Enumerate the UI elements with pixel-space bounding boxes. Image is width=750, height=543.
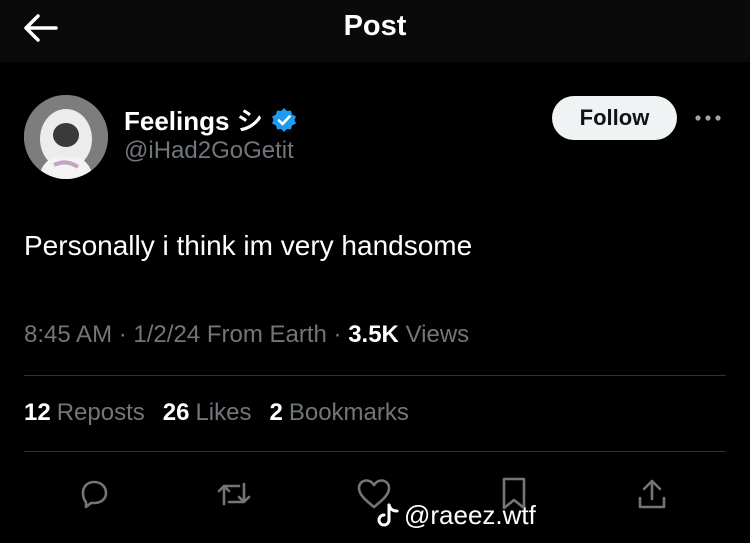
post-date[interactable]: 1/2/24 xyxy=(133,321,200,348)
tiktok-watermark: @raeez.wtf xyxy=(376,500,536,531)
repost-button[interactable] xyxy=(210,470,258,518)
top-bar: Post xyxy=(0,0,750,62)
reposts-stat[interactable]: 12 Reposts xyxy=(24,399,145,427)
page-title: Post xyxy=(343,10,407,42)
bookmarks-stat[interactable]: 2 Bookmarks xyxy=(269,399,408,427)
author-name-row: Feelings シ xyxy=(124,101,297,138)
post-source: From Earth xyxy=(206,321,327,348)
follow-button[interactable]: Follow xyxy=(552,96,677,140)
tiktok-icon xyxy=(377,503,399,526)
reply-button[interactable] xyxy=(70,470,118,518)
more-button[interactable] xyxy=(690,106,726,130)
views-count: 3.5K xyxy=(348,321,399,348)
reposts-label: Reposts xyxy=(56,399,145,426)
post-time[interactable]: 8:45 AM xyxy=(24,321,112,348)
repost-icon xyxy=(217,482,251,506)
watermark-text: @raeez.wtf xyxy=(404,500,536,530)
post-meta: 8:45 AM · 1/2/24 From Earth · 3.5K Views xyxy=(24,321,469,349)
post-text: Personally i think im very handsome xyxy=(24,230,473,261)
meta-separator: · xyxy=(333,321,349,348)
likes-count: 26 xyxy=(162,399,190,426)
author-handle[interactable]: @iHad2GoGetit xyxy=(124,137,294,165)
views-label: Views xyxy=(405,321,470,348)
verified-badge-icon xyxy=(271,107,296,132)
divider xyxy=(24,375,726,376)
likes-stat[interactable]: 26 Likes xyxy=(163,399,252,427)
divider xyxy=(24,451,726,452)
avatar-image xyxy=(24,95,108,179)
share-button[interactable] xyxy=(628,470,676,518)
meta-separator: · xyxy=(118,321,134,348)
share-icon xyxy=(638,479,666,509)
author-name[interactable]: Feelings シ xyxy=(124,101,263,138)
likes-label: Likes xyxy=(195,399,252,426)
action-bar xyxy=(0,470,750,520)
bookmarks-label: Bookmarks xyxy=(288,399,409,426)
bookmarks-count: 2 xyxy=(269,399,283,426)
avatar[interactable] xyxy=(24,95,108,179)
more-icon xyxy=(695,115,721,121)
engagement-stats: 12 Reposts 26 Likes 2 Bookmarks xyxy=(24,399,409,427)
reposts-count: 12 xyxy=(24,399,51,426)
reply-icon xyxy=(81,480,108,509)
